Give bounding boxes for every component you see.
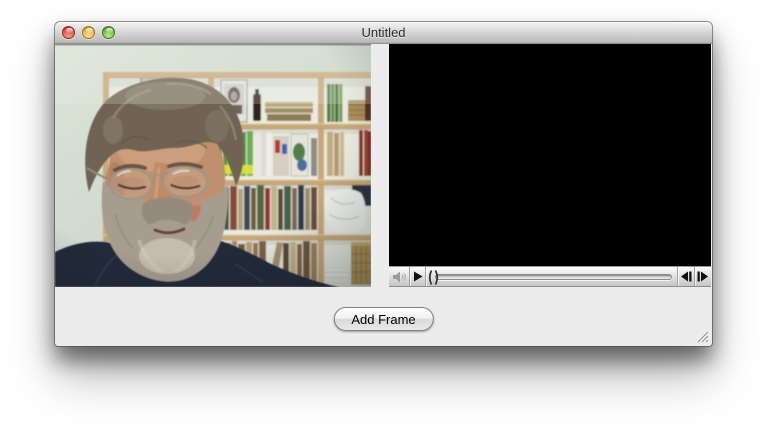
step-backward-button[interactable] <box>678 267 694 286</box>
camera-preview-pane <box>55 44 371 287</box>
add-frame-button[interactable]: Add Frame <box>333 307 434 331</box>
volume-icon <box>392 271 406 282</box>
step-forward-button[interactable] <box>695 267 711 286</box>
resize-grip-icon[interactable] <box>696 330 709 343</box>
step-backward-icon <box>681 271 692 282</box>
playhead[interactable] <box>427 269 440 286</box>
movie-pane <box>389 44 711 287</box>
desktop: Untitled Add Frame <box>0 0 768 430</box>
timeline-groove[interactable] <box>435 274 672 280</box>
step-forward-icon <box>697 271 708 282</box>
timeline-track[interactable] <box>426 267 677 286</box>
window-title: Untitled <box>361 25 406 40</box>
play-icon <box>413 271 422 282</box>
volume-button[interactable] <box>389 267 409 286</box>
app-window: Untitled Add Frame <box>55 22 712 346</box>
play-button[interactable] <box>410 267 425 286</box>
movie-controller <box>389 266 711 287</box>
titlebar[interactable]: Untitled <box>55 22 712 44</box>
movie-view <box>389 44 711 266</box>
camera-preview-video <box>55 44 371 287</box>
